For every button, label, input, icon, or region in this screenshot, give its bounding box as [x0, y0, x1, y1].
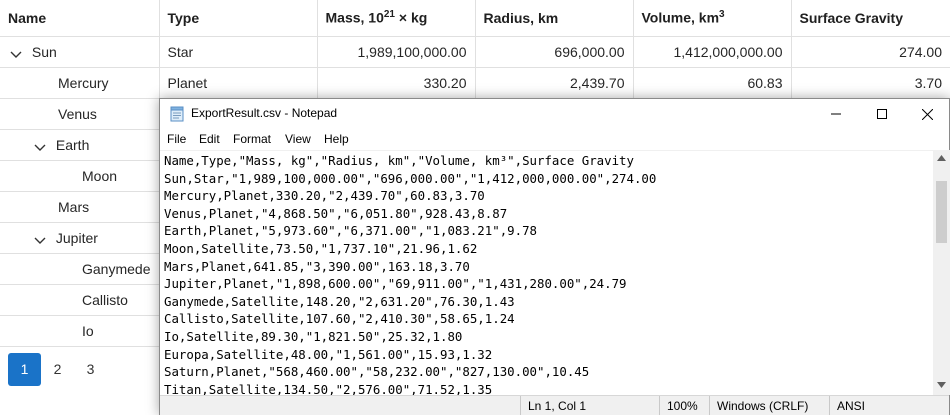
cell-name[interactable]: Io — [0, 314, 160, 347]
cell-mass[interactable]: 1,989,100,000.00 — [316, 35, 476, 68]
notepad-title: ExportResult.csv - Notepad — [191, 106, 338, 120]
cell-gravity[interactable]: 3.70 — [790, 66, 950, 99]
row-name-label: Sun — [31, 43, 57, 60]
notepad-titlebar[interactable]: ExportResult.csv - Notepad — [160, 99, 949, 129]
cell-volume[interactable]: 1,412,000,000.00 — [632, 35, 792, 68]
menu-view[interactable]: View — [285, 132, 311, 146]
cell-name[interactable]: Earth — [0, 128, 160, 161]
row-name-label: Mars — [58, 198, 90, 215]
status-line-endings: Windows (CRLF) — [709, 396, 808, 415]
cell-name[interactable]: Mars — [0, 190, 160, 223]
notepad-text-area[interactable]: Name,Type,"Mass, kg","Radius, km","Volum… — [160, 150, 933, 395]
minimize-icon — [831, 113, 841, 115]
maximize-button[interactable] — [859, 99, 905, 129]
text-line: Io,Satellite,89.30,"1,821.50",25.32,1.80 — [164, 328, 463, 344]
text-line: Name,Type,"Mass, kg","Radius, km","Volum… — [164, 153, 634, 168]
menu-edit[interactable]: Edit — [199, 132, 220, 146]
cell-volume[interactable]: 60.83 — [632, 66, 792, 99]
notepad-statusbar: Ln 1, Col 1 100% Windows (CRLF) ANSI — [160, 395, 949, 415]
row-name-label: Jupiter — [55, 229, 98, 246]
notepad-menubar: File Edit Format View Help — [160, 129, 949, 149]
cell-name[interactable]: Callisto — [0, 283, 160, 316]
text-line: Venus,Planet,"4,868.50","6,051.80",928.4… — [164, 205, 508, 221]
status-cursor-position: Ln 1, Col 1 — [520, 396, 586, 415]
cell-radius[interactable]: 2,439.70 — [474, 66, 634, 99]
page-button-3[interactable]: 3 — [74, 353, 107, 386]
close-button[interactable] — [904, 99, 950, 129]
column-header-name[interactable]: Name — [0, 0, 160, 37]
column-header-mass[interactable]: Mass, 1021 × kg — [316, 0, 476, 37]
page-button-1[interactable]: 1 — [8, 353, 41, 386]
text-line: Titan,Satellite,134.50,"2,576.00",71.52,… — [164, 381, 493, 395]
minimize-button[interactable] — [813, 99, 859, 129]
column-header-volume[interactable]: Volume, km3 — [632, 0, 792, 37]
vertical-scrollbar[interactable] — [933, 150, 950, 395]
text-line: Sun,Star,"1,989,100,000.00","696,000.00"… — [164, 170, 657, 186]
cell-name[interactable]: Sun — [0, 35, 160, 68]
chevron-down-icon[interactable] — [34, 231, 52, 246]
cell-type[interactable]: Planet — [158, 66, 318, 99]
row-name-label: Ganymede — [82, 260, 151, 277]
table-row[interactable]: Mercury Planet 330.20 2,439.70 60.83 3.70 — [0, 66, 950, 99]
column-header-surface-gravity[interactable]: Surface Gravity — [790, 0, 950, 37]
menu-file[interactable]: File — [167, 132, 186, 146]
text-line: Europa,Satellite,48.00,"1,561.00",15.93,… — [164, 346, 493, 362]
text-line: Jupiter,Planet,"1,898,600.00","69,911.00… — [164, 276, 627, 292]
cell-radius[interactable]: 696,000.00 — [474, 35, 634, 68]
row-name-label: Earth — [55, 136, 90, 153]
text-line: Moon,Satellite,73.50,"1,737.10",21.96,1.… — [164, 240, 478, 256]
text-line: Earth,Planet,"5,973.60","6,371.00","1,08… — [164, 223, 537, 239]
cell-type[interactable]: Star — [158, 35, 318, 68]
vertical-scrollbar-thumb[interactable] — [936, 181, 947, 243]
notepad-icon — [170, 106, 184, 122]
row-name-label: Moon — [82, 167, 118, 184]
menu-format[interactable]: Format — [233, 132, 271, 146]
table-row[interactable]: Sun Star 1,989,100,000.00 696,000.00 1,412,0… — [0, 35, 950, 68]
cell-mass[interactable]: 330.20 — [316, 66, 476, 99]
status-zoom: 100% — [659, 396, 698, 415]
close-icon — [921, 108, 933, 120]
text-line: Mars,Planet,641.85,"3,390.00",163.18,3.7… — [164, 258, 470, 274]
cell-name[interactable]: Moon — [0, 159, 160, 192]
notepad-window: ExportResult.csv - Notepad File Edit For… — [159, 98, 950, 415]
row-name-label: Io — [82, 322, 94, 339]
menu-help[interactable]: Help — [324, 132, 349, 146]
scroll-down-arrow-icon[interactable] — [937, 382, 946, 388]
cell-name[interactable]: Ganymede — [0, 252, 160, 285]
text-line: Saturn,Planet,"568,460.00","58,232.00","… — [164, 364, 590, 380]
scroll-up-arrow-icon[interactable] — [937, 155, 946, 161]
pager: 123 — [8, 353, 107, 387]
page-button-2[interactable]: 2 — [41, 353, 74, 386]
header-row: Name Type Mass, 1021 × kg Radius, km Vol… — [0, 0, 950, 37]
cell-name[interactable]: Mercury — [0, 66, 160, 99]
chevron-down-icon[interactable] — [34, 138, 52, 153]
status-encoding: ANSI — [829, 396, 865, 415]
text-line: Callisto,Satellite,107.60,"2,410.30",58.… — [164, 311, 515, 327]
row-name-label: Callisto — [82, 291, 128, 308]
notepad-text-lines: Name,Type,"Mass, kg","Radius, km","Volum… — [164, 152, 656, 395]
chevron-down-icon[interactable] — [10, 45, 28, 60]
text-line: Ganymede,Satellite,148.20,"2,631.20",76.… — [164, 293, 515, 309]
column-header-radius[interactable]: Radius, km — [474, 0, 634, 37]
cell-name[interactable]: Venus — [0, 97, 160, 130]
maximize-icon — [877, 109, 887, 119]
column-header-type[interactable]: Type — [158, 0, 318, 37]
row-name-label: Venus — [58, 105, 97, 122]
text-line: Mercury,Planet,330.20,"2,439.70",60.83,3… — [164, 188, 485, 204]
row-name-label: Mercury — [58, 74, 109, 91]
cell-name[interactable]: Jupiter — [0, 221, 160, 254]
cell-gravity[interactable]: 274.00 — [790, 35, 950, 68]
